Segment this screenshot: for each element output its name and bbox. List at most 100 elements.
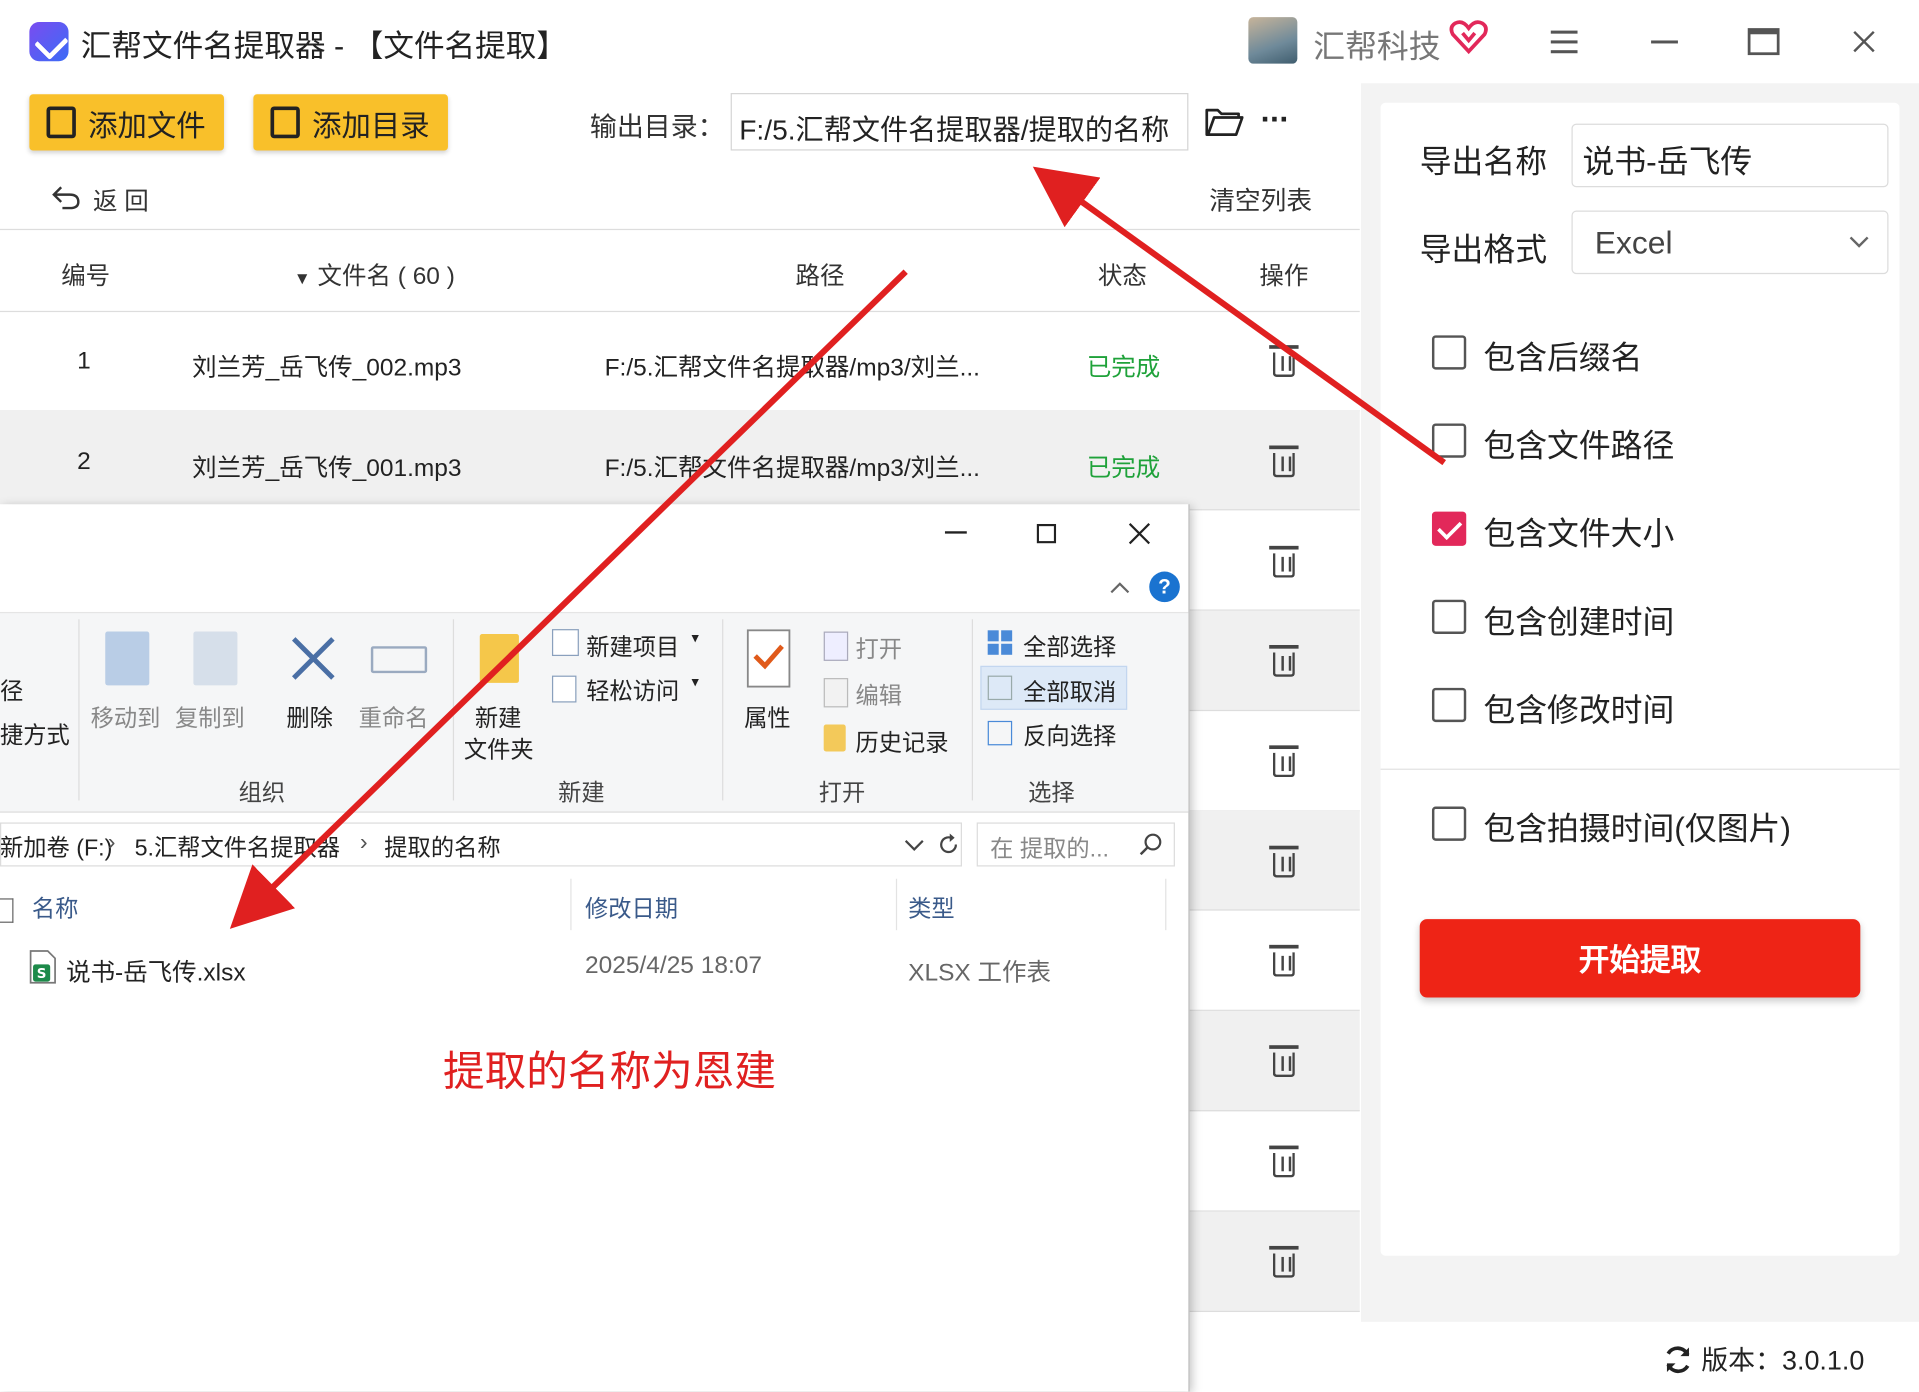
back-icon[interactable] bbox=[51, 184, 80, 211]
ribbon-separator bbox=[78, 619, 80, 801]
output-dir-input[interactable]: F:/5.汇帮文件名提取器/提取的名称 bbox=[730, 93, 1189, 151]
delete-trash-icon[interactable] bbox=[1269, 445, 1299, 478]
checkbox-shot-time[interactable] bbox=[1431, 806, 1467, 841]
delete-trash-icon[interactable] bbox=[1269, 1245, 1299, 1278]
group-open-label: 打开 bbox=[818, 780, 866, 807]
open-button[interactable]: 打开 bbox=[856, 632, 903, 665]
back-button[interactable]: 返 回 bbox=[93, 181, 149, 216]
checkbox-suffix[interactable] bbox=[1431, 335, 1467, 370]
svg-text:S: S bbox=[37, 967, 47, 982]
explorer-close-icon[interactable] bbox=[1128, 523, 1151, 545]
delete-trash-icon[interactable] bbox=[1269, 1045, 1299, 1078]
ribbon-separator bbox=[452, 619, 455, 801]
delete-trash-icon[interactable] bbox=[1269, 944, 1299, 977]
history-icon bbox=[823, 724, 846, 752]
ribbon-partial-shortcut[interactable]: 捷方式 bbox=[0, 717, 70, 750]
invert-selection-button[interactable]: 反向选择 bbox=[1023, 718, 1116, 751]
ribbon-separator bbox=[971, 619, 974, 801]
row-filename: 刘兰芳_岳飞传_002.mp3 bbox=[192, 354, 462, 382]
delete-trash-icon[interactable] bbox=[1269, 845, 1299, 878]
delete-trash-icon[interactable] bbox=[1269, 345, 1299, 377]
checkbox-created[interactable] bbox=[1431, 599, 1467, 634]
delete-trash-icon[interactable] bbox=[1269, 745, 1299, 778]
select-all-button[interactable]: 全部选择 bbox=[1023, 629, 1116, 662]
select-all-checkbox[interactable] bbox=[0, 898, 14, 923]
dropdown-caret-icon: ▾ bbox=[691, 673, 699, 691]
export-name-input[interactable]: 说书-岳飞传 bbox=[1571, 123, 1889, 188]
breadcrumb-drive[interactable]: 新加卷 (F:) bbox=[0, 830, 112, 863]
clear-list-button[interactable]: 清空列表 bbox=[1209, 181, 1312, 218]
easy-access-button[interactable]: 轻松访问 bbox=[586, 673, 679, 706]
file-type: XLSX 工作表 bbox=[908, 959, 1051, 987]
folder-open-icon[interactable] bbox=[1204, 105, 1244, 137]
more-options-button[interactable]: ··· bbox=[1261, 100, 1290, 138]
delete-trash-icon[interactable] bbox=[1269, 1145, 1299, 1178]
col-number: 编号 bbox=[61, 263, 111, 291]
app-title: 汇帮文件名提取器 - 【文件名提取】 bbox=[80, 29, 567, 64]
option-modified-label: 包含修改时间 bbox=[1483, 691, 1675, 729]
file-name[interactable]: 说书-岳飞传.xlsx bbox=[66, 952, 246, 987]
add-file-button[interactable]: 添加文件 bbox=[29, 94, 224, 151]
add-file-label: 添加文件 bbox=[88, 109, 206, 143]
delete-button[interactable]: 删除 bbox=[286, 700, 333, 733]
ribbon-partial-path: 径 bbox=[0, 679, 24, 705]
close-icon[interactable] bbox=[1853, 30, 1875, 53]
rename-icon bbox=[370, 646, 428, 674]
add-directory-button[interactable]: 添加目录 bbox=[253, 94, 448, 151]
history-button[interactable]: 历史记录 bbox=[856, 725, 949, 758]
new-folder-icon bbox=[479, 633, 519, 683]
xlsx-file-icon: S bbox=[29, 950, 56, 984]
col-filename[interactable]: ▼ 文件名 ( 60 ) bbox=[294, 256, 455, 291]
open-icon bbox=[823, 631, 849, 661]
file-modified: 2025/4/25 18:07 bbox=[585, 952, 762, 980]
select-none-button[interactable]: 全部取消 bbox=[1023, 674, 1116, 707]
checkbox-modified[interactable] bbox=[1431, 687, 1467, 723]
option-path-label: 包含文件路径 bbox=[1483, 427, 1675, 464]
column-modified[interactable]: 修改日期 bbox=[585, 891, 678, 924]
ribbon-collapse-icon[interactable] bbox=[1109, 580, 1131, 595]
export-format-select[interactable]: Excel bbox=[1571, 210, 1889, 275]
select-all-icon bbox=[987, 630, 1013, 655]
edit-button[interactable]: 编辑 bbox=[856, 678, 903, 711]
export-format-label: 导出格式 bbox=[1419, 231, 1548, 269]
new-folder-label-2[interactable]: 文件夹 bbox=[464, 732, 534, 765]
minimize-icon[interactable] bbox=[1651, 40, 1678, 45]
breadcrumb-current[interactable]: 提取的名称 bbox=[384, 830, 500, 863]
new-folder-label-1[interactable]: 新建 bbox=[475, 700, 522, 733]
chevron-down-icon bbox=[1849, 236, 1869, 248]
refresh-icon[interactable] bbox=[1662, 1344, 1694, 1376]
user-avatar[interactable] bbox=[1248, 17, 1298, 64]
new-item-button[interactable]: 新建项目 bbox=[586, 629, 679, 662]
explorer-minimize-icon[interactable] bbox=[944, 531, 967, 536]
output-dir-label: 输出目录： bbox=[589, 111, 725, 142]
chevron-right-icon: › bbox=[359, 829, 368, 856]
column-name[interactable]: 名称 bbox=[32, 891, 79, 924]
chevron-right-icon: › bbox=[107, 829, 116, 856]
column-divider bbox=[895, 878, 898, 931]
rename-button[interactable]: 重命名 bbox=[359, 700, 429, 733]
address-dropdown-icon[interactable] bbox=[904, 840, 924, 852]
checkbox-path[interactable] bbox=[1431, 423, 1467, 458]
annotation-text: 提取的名称为恩建 bbox=[443, 1048, 776, 1096]
breadcrumb-folder[interactable]: 5.汇帮文件名提取器 bbox=[135, 830, 340, 863]
vip-heart-icon[interactable] bbox=[1449, 17, 1488, 56]
copy-to-icon bbox=[193, 631, 238, 686]
help-icon[interactable]: ? bbox=[1149, 571, 1180, 603]
row-number: 1 bbox=[77, 347, 91, 375]
start-extract-button[interactable]: 开始提取 bbox=[1419, 919, 1861, 998]
row-status: 已完成 bbox=[1086, 455, 1161, 483]
refresh-address-icon[interactable] bbox=[936, 832, 960, 856]
group-organize-label: 组织 bbox=[238, 780, 286, 807]
properties-button[interactable]: 属性 bbox=[744, 700, 791, 733]
column-type[interactable]: 类型 bbox=[908, 891, 955, 924]
maximize-icon[interactable] bbox=[1747, 28, 1780, 56]
dropdown-caret-icon: ▾ bbox=[691, 629, 699, 647]
explorer-maximize-icon[interactable] bbox=[1036, 523, 1057, 544]
search-icon bbox=[1139, 833, 1162, 856]
checkbox-size[interactable] bbox=[1431, 511, 1467, 546]
menu-icon[interactable] bbox=[1550, 29, 1578, 54]
delete-trash-icon[interactable] bbox=[1269, 545, 1299, 578]
move-to-button[interactable]: 移动到 bbox=[91, 700, 161, 733]
delete-trash-icon[interactable] bbox=[1269, 644, 1299, 677]
copy-to-button[interactable]: 复制到 bbox=[175, 700, 245, 733]
